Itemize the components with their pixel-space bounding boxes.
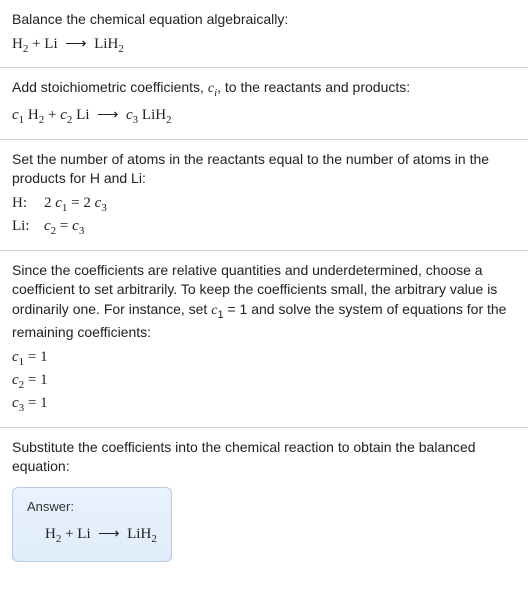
coeff-c3: c3 = 1 — [12, 393, 516, 416]
coeff-c2: c2 = 1 — [12, 370, 516, 393]
problem-text: Balance the chemical equation algebraica… — [12, 10, 516, 30]
atom-row-li: Li: c2 = c3 — [12, 216, 516, 239]
coeff-c1: c1 = 1 — [12, 347, 516, 370]
section-add-coefficients: Add stoichiometric coefficients, ci, to … — [0, 67, 528, 139]
answer-label: Answer: — [27, 498, 159, 516]
substitute-text: Substitute the coefficients into the che… — [12, 438, 516, 477]
atom-balance-text: Set the number of atoms in the reactants… — [12, 150, 516, 189]
atom-eq-h: 2 c1 = 2 c3 — [44, 193, 107, 216]
section-solve: Since the coefficients are relative quan… — [0, 250, 528, 427]
solve-text: Since the coefficients are relative quan… — [12, 261, 516, 343]
section-answer: Substitute the coefficients into the che… — [0, 427, 528, 573]
answer-box: Answer: H2 + Li ⟶ LiH2 — [12, 487, 172, 563]
atoms-grid: H: 2 c1 = 2 c3 Li: c2 = c3 — [12, 193, 516, 240]
atom-label-h: H: — [12, 193, 32, 216]
atom-eq-li: c2 = c3 — [44, 216, 84, 239]
unbalanced-equation: H2 + Li ⟶ LiH2 — [12, 34, 516, 57]
solved-coefficients: c1 = 1 c2 = 1 c3 = 1 — [12, 347, 516, 417]
coefficients-equation: c1 H2 + c2 Li ⟶ c3 LiH2 — [12, 105, 516, 128]
add-coefficients-text: Add stoichiometric coefficients, ci, to … — [12, 78, 516, 101]
section-atom-balance: Set the number of atoms in the reactants… — [0, 139, 528, 250]
atom-row-h: H: 2 c1 = 2 c3 — [12, 193, 516, 216]
balanced-equation: H2 + Li ⟶ LiH2 — [27, 524, 159, 547]
atom-label-li: Li: — [12, 216, 32, 239]
section-problem: Balance the chemical equation algebraica… — [0, 0, 528, 67]
